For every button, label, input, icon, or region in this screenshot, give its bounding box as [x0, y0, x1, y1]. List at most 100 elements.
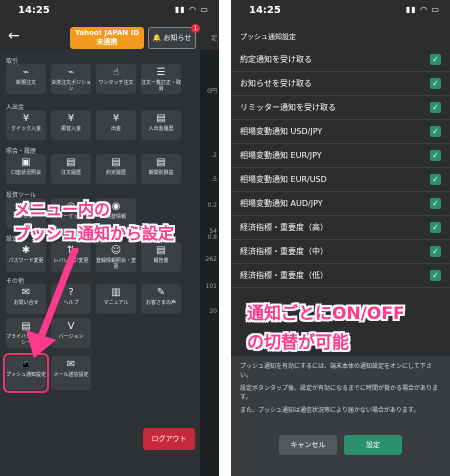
setting-label: お知らせを受け取る [240, 79, 312, 88]
yahoo-id-status: 未連携 [96, 38, 118, 46]
document-icon: ▤ [156, 245, 166, 256]
tile-customer-voice[interactable]: ✎ お客さまの声 [141, 284, 181, 314]
setting-label: 経済指標・重要度（低） [240, 271, 328, 280]
setting-row[interactable]: 経済指標・重要度（中） ✓ [231, 240, 450, 264]
setting-row[interactable]: 約定通知を受け取る ✓ [231, 48, 450, 72]
setting-checkbox[interactable]: ✓ [430, 150, 441, 161]
tile-report[interactable]: ▤ 報告書 [141, 242, 181, 272]
price-fragment: 0円 [207, 88, 217, 95]
setting-checkbox[interactable]: ✓ [430, 78, 441, 89]
tile-execution-history[interactable]: ▤ 約定履歴 [96, 154, 136, 184]
setting-checkbox[interactable]: ✓ [430, 270, 441, 281]
tile-label: クイック入金 [10, 126, 41, 132]
annotation-line: 通知ごとにON/OFF [247, 304, 405, 324]
annotation-line: プッシュ通知から設定 [14, 224, 175, 243]
yahoo-id-button[interactable]: Yahoo! JAPAN ID 未連携 [70, 27, 144, 49]
notification-badge: 1 [191, 24, 200, 33]
push-settings-header: プッシュ通知設定 [231, 28, 450, 46]
tile-push-notification-settings[interactable]: 📱 プッシュ通知設定 [3, 353, 49, 393]
menu-header: ← Yahoo! JAPAN ID 未連携 🔔 お知らせ 1 [0, 24, 219, 50]
chart-icon: ⌁ [22, 67, 30, 78]
setting-row[interactable]: リミッター通知を受け取る ✓ [231, 96, 450, 120]
tile-registration-info[interactable]: ☺ 登録情報照会・変更 [96, 242, 136, 272]
annotation-line: メニュー内の [14, 200, 111, 219]
setting-checkbox[interactable]: ✓ [430, 198, 441, 209]
price-fragment: .2 [211, 152, 217, 159]
tile-account-status[interactable]: ▣ 口座状況照会 [6, 154, 46, 184]
tile-manual[interactable]: ▥ マニュアル [96, 284, 136, 314]
logout-button[interactable]: ログアウト [143, 428, 195, 450]
setting-checkbox[interactable]: ✓ [430, 222, 441, 233]
setting-checkbox[interactable]: ✓ [430, 54, 441, 65]
save-settings-button[interactable]: 設定 [344, 435, 402, 455]
notification-button[interactable]: 🔔 お知らせ [148, 27, 196, 49]
tile-label: 登録情報照会・変更 [96, 258, 137, 270]
price-fragment: 定 [210, 35, 217, 42]
setting-label: 経済指標・重要度（中） [240, 247, 328, 256]
history-icon: ▤ [156, 113, 166, 124]
tile-label: 報告書 [153, 258, 169, 264]
price-fragment: 20 [209, 308, 217, 315]
setting-row[interactable]: 相場変動通知 EUR/JPY ✓ [231, 144, 450, 168]
setting-row[interactable]: 経済指標・重要度（低） ✓ [231, 264, 450, 288]
tile-mail-settings[interactable]: ✉ メール送信設定 [51, 356, 91, 390]
tile-label: メール送信設定 [53, 372, 89, 378]
price-fragment: 101 [205, 283, 217, 290]
setting-row[interactable]: 相場変動通知 EUR/USD ✓ [231, 168, 450, 192]
back-arrow-icon[interactable]: ← [8, 28, 20, 44]
status-time: 14:25 [18, 5, 50, 16]
tile-label: ワンタッチ注文 [98, 80, 134, 86]
tile-label: 口座状況照会 [10, 170, 41, 176]
setting-row[interactable]: 経済指標・重要度（高） ✓ [231, 216, 450, 240]
tile-deposit-history[interactable]: ▤ 入出金履歴 [141, 110, 181, 140]
status-icons: ▮▮ ◠ ▭ [174, 5, 209, 14]
tile-label: 注文一覧訂正・取消 [141, 80, 182, 92]
setting-label: 経済指標・重要度（高） [240, 223, 328, 232]
setting-label: 相場変動通知 EUR/JPY [240, 151, 322, 160]
tile-period-pl[interactable]: ▤ 期間別損益 [141, 154, 181, 184]
tile-close-order[interactable]: ⌁ 決済注文ポジション [51, 64, 91, 94]
background-price-strip: 定 0円 .2 .5 0.2 54 0.8 262 101 20 [200, 35, 219, 476]
mail-icon: ✉ [66, 359, 76, 370]
tile-order-history[interactable]: ▤ 注文履歴 [51, 154, 91, 184]
phone-bell-icon: 📱 [19, 359, 33, 370]
document-icon: ▤ [111, 157, 121, 168]
account-icon: ▣ [21, 157, 31, 168]
note-text: また、プッシュ通知は通信状況等により届かない場合があります。 [240, 407, 420, 414]
tile-new-order[interactable]: ⌁ 新規注文 [6, 64, 46, 94]
setting-row[interactable]: お知らせを受け取る ✓ [231, 72, 450, 96]
person-icon: ☺ [110, 245, 122, 256]
setting-checkbox[interactable]: ✓ [430, 102, 441, 113]
tile-label: 振替入金 [60, 126, 81, 132]
tile-label: 出金 [110, 126, 121, 132]
status-bar: 14:25 ▮▮ ◠ ▭ [0, 0, 219, 20]
annotation-caption: 通知ごとにON/OFF の切替が可能 [247, 300, 442, 358]
setting-row[interactable]: 相場変動通知 USD/JPY ✓ [231, 120, 450, 144]
tile-transfer-deposit[interactable]: ¥ 振替入金 [51, 110, 91, 140]
setting-checkbox[interactable]: ✓ [430, 246, 441, 257]
tile-quick-deposit[interactable]: ¥ クイック入金 [6, 110, 46, 140]
tile-order-list[interactable]: ☰ 注文一覧訂正・取消 [141, 64, 181, 94]
setting-label: 約定通知を受け取る [240, 55, 312, 64]
tile-label: 注文履歴 [60, 170, 81, 176]
setting-checkbox[interactable]: ✓ [430, 174, 441, 185]
tile-withdraw[interactable]: ¥ 出金 [96, 110, 136, 140]
right-phone-screen: 14:25 ▮▮ ◠ ▭ プッシュ通知設定 約定通知を受け取る ✓ お知らせを受け取… [231, 0, 450, 476]
pointer-arrow-icon [26, 248, 79, 358]
touch-icon: ☝ [112, 67, 120, 78]
setting-row[interactable]: 相場変動通知 AUD/JPY ✓ [231, 192, 450, 216]
chat-icon: ✎ [156, 287, 166, 298]
setting-checkbox[interactable]: ✓ [430, 126, 441, 137]
coin-icon: ¥ [112, 113, 120, 124]
tile-one-touch[interactable]: ☝ ワンタッチ注文 [96, 64, 136, 94]
list-icon: ☰ [156, 67, 166, 78]
tile-label: プッシュ通知設定 [6, 372, 47, 378]
chart-icon: ⌁ [67, 67, 75, 78]
left-phone-screen: 14:25 ▮▮ ◠ ▭ ← Yahoo! JAPAN ID 未連携 🔔 お知ら… [0, 0, 219, 476]
annotation-caption: メニュー内の プッシュ通知から設定 [14, 198, 219, 246]
cancel-button[interactable]: キャンセル [279, 435, 337, 455]
tile-label: 期間別損益 [148, 170, 174, 176]
status-time: 14:25 [249, 5, 281, 16]
tile-label: 入出金履歴 [148, 126, 174, 132]
tile-label: 約定履歴 [105, 170, 126, 176]
